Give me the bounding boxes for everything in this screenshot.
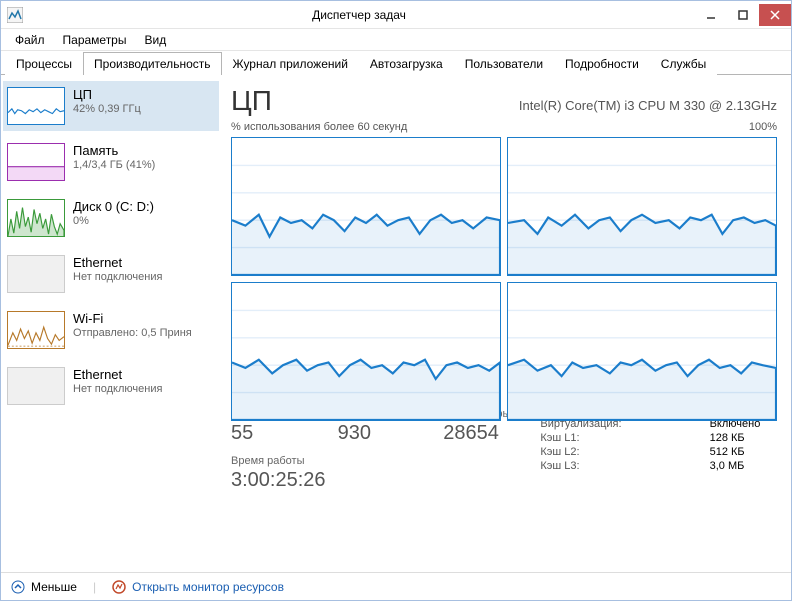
sidebar-item-cpu[interactable]: ЦП42% 0,39 ГГц — [3, 81, 219, 131]
main-panel: ЦП Intel(R) Core(TM) i3 CPU M 330 @ 2.13… — [221, 75, 791, 572]
cpu-charts — [231, 137, 777, 347]
app-icon — [7, 7, 23, 23]
window-title: Диспетчер задач — [23, 8, 695, 22]
sidebar-item-ethernet2[interactable]: EthernetНет подключения — [3, 361, 219, 411]
stat-k-l2: Кэш L2: — [540, 445, 709, 459]
stat-value-handles: 28654 — [443, 422, 510, 445]
stat-v-l1: 128 КБ — [710, 431, 761, 445]
sidebar-item-label: Ethernet — [73, 255, 162, 271]
disk-thumb — [7, 199, 65, 237]
sidebar-item-label: Wi-Fi — [73, 311, 192, 327]
sidebar-item-label: ЦП — [73, 87, 141, 103]
cpu-chart-core0 — [231, 137, 501, 276]
cpu-chart-core2 — [231, 282, 501, 421]
chevron-up-icon — [11, 580, 25, 594]
tab-services[interactable]: Службы — [650, 52, 717, 75]
ethernet-thumb — [7, 255, 65, 293]
tab-startup[interactable]: Автозагрузка — [359, 52, 454, 75]
tab-users[interactable]: Пользователи — [454, 52, 554, 75]
sidebar-item-label: Память — [73, 143, 155, 159]
sidebar-item-label: Диск 0 (C: D:) — [73, 199, 154, 215]
cpu-chart-core3 — [507, 282, 777, 421]
menu-options[interactable]: Параметры — [55, 31, 135, 49]
sidebar: ЦП42% 0,39 ГГц Память1,4/3,4 ГБ (41%) Ди… — [1, 75, 221, 572]
maximize-button[interactable] — [727, 4, 759, 26]
sidebar-item-ethernet[interactable]: EthernetНет подключения — [3, 249, 219, 299]
footer-separator: | — [93, 580, 96, 594]
tab-performance[interactable]: Производительность — [83, 52, 221, 75]
sidebar-item-sub: 0% — [73, 215, 154, 227]
wifi-thumb — [7, 311, 65, 349]
task-manager-window: Диспетчер задач Файл Параметры Вид Проце… — [0, 0, 792, 601]
stat-value-uptime: 3:00:25:26 — [231, 469, 510, 492]
stat-v-l3: 3,0 МБ — [710, 459, 761, 473]
monitor-icon — [112, 580, 126, 594]
body: ЦП42% 0,39 ГГц Память1,4/3,4 ГБ (41%) Ди… — [1, 75, 791, 572]
stat-label-uptime: Время работы — [231, 455, 510, 467]
sidebar-item-wifi[interactable]: Wi-FiОтправлено: 0,5 Приня — [3, 305, 219, 355]
stat-v-l2: 512 КБ — [710, 445, 761, 459]
main-title: ЦП — [231, 85, 272, 117]
stat-value-threads: 930 — [338, 422, 416, 445]
sidebar-item-sub: Отправлено: 0,5 Приня — [73, 327, 192, 339]
footer: Меньше | Открыть монитор ресурсов — [1, 572, 791, 600]
cpu-chart-core1 — [507, 137, 777, 276]
sidebar-item-label: Ethernet — [73, 367, 162, 383]
cpu-thumb — [7, 87, 65, 125]
sidebar-item-disk[interactable]: Диск 0 (C: D:)0% — [3, 193, 219, 243]
menubar: Файл Параметры Вид — [1, 29, 791, 51]
fewer-details-button[interactable]: Меньше — [11, 580, 77, 594]
resource-monitor-label: Открыть монитор ресурсов — [132, 580, 284, 594]
tab-processes[interactable]: Процессы — [5, 52, 83, 75]
close-button[interactable] — [759, 4, 791, 26]
chart-caption-left: % использования более 60 секунд — [231, 121, 407, 133]
sidebar-item-sub: 42% 0,39 ГГц — [73, 103, 141, 115]
memory-thumb — [7, 143, 65, 181]
window-controls — [695, 4, 791, 26]
sidebar-item-sub: 1,4/3,4 ГБ (41%) — [73, 159, 155, 171]
tab-details[interactable]: Подробности — [554, 52, 650, 75]
tab-app-history[interactable]: Журнал приложений — [222, 52, 359, 75]
sidebar-item-sub: Нет подключения — [73, 383, 162, 395]
sidebar-item-memory[interactable]: Память1,4/3,4 ГБ (41%) — [3, 137, 219, 187]
titlebar: Диспетчер задач — [1, 1, 791, 29]
stat-value-processes: 55 — [231, 422, 310, 445]
menu-view[interactable]: Вид — [136, 31, 174, 49]
menu-file[interactable]: Файл — [7, 31, 53, 49]
cpu-name: Intel(R) Core(TM) i3 CPU M 330 @ 2.13GHz — [519, 98, 777, 113]
sidebar-item-sub: Нет подключения — [73, 271, 162, 283]
open-resource-monitor-link[interactable]: Открыть монитор ресурсов — [112, 580, 284, 594]
chart-caption-right: 100% — [749, 121, 777, 133]
fewer-details-label: Меньше — [31, 580, 77, 594]
stat-k-l1: Кэш L1: — [540, 431, 709, 445]
stat-k-l3: Кэш L3: — [540, 459, 709, 473]
ethernet2-thumb — [7, 367, 65, 405]
tabbar: Процессы Производительность Журнал прило… — [1, 51, 791, 75]
minimize-button[interactable] — [695, 4, 727, 26]
